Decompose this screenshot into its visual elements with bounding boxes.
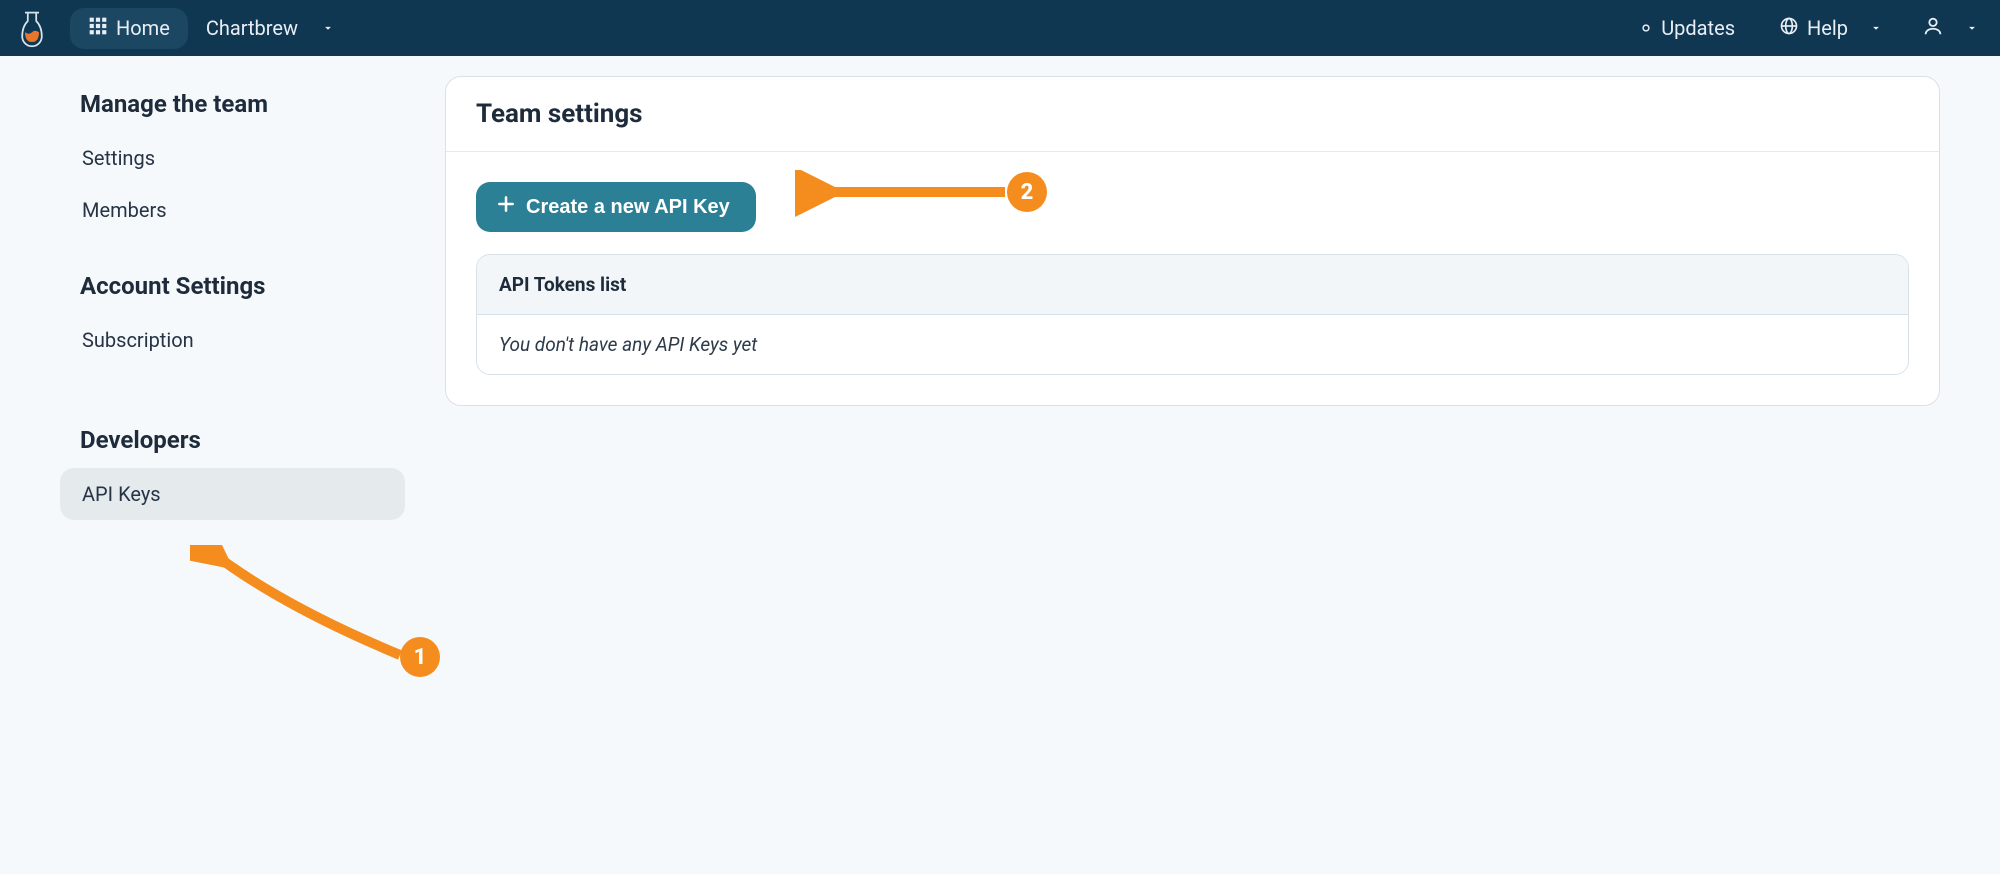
plus-icon — [496, 194, 516, 220]
api-tokens-empty-text: You don't have any API Keys yet — [477, 315, 1908, 374]
nav-left: Home Chartbrew — [18, 6, 338, 50]
nav-home[interactable]: Home — [70, 8, 188, 49]
nav-help-label: Help — [1807, 16, 1848, 40]
nav-user[interactable] — [1912, 7, 1954, 50]
nav-help-chevron[interactable] — [1866, 18, 1886, 38]
dot-icon — [1639, 16, 1653, 40]
nav-brand[interactable]: Chartbrew — [188, 8, 316, 48]
panel-title: Team settings — [476, 99, 1909, 129]
sidebar-item-members[interactable]: Members — [60, 184, 405, 236]
app-logo[interactable] — [18, 6, 46, 50]
settings-panel: Team settings Create a new API Key API T… — [445, 76, 1940, 406]
nav-updates[interactable]: Updates — [1621, 8, 1753, 48]
globe-icon — [1779, 16, 1799, 41]
sidebar-item-settings[interactable]: Settings — [60, 132, 405, 184]
grid-icon — [88, 16, 108, 41]
annotation-badge-1: 1 — [400, 637, 440, 677]
nav-right: Updates Help — [1621, 7, 1982, 50]
sidebar-section-developers: Developers — [60, 426, 405, 454]
sidebar-section-account: Account Settings — [60, 272, 405, 300]
nav-user-chevron[interactable] — [1962, 18, 1982, 38]
panel-header: Team settings — [446, 77, 1939, 152]
create-api-key-button[interactable]: Create a new API Key — [476, 182, 756, 232]
main-layout: Manage the team Settings Members Account… — [0, 56, 2000, 520]
nav-help[interactable]: Help — [1761, 8, 1858, 49]
api-tokens-list-header: API Tokens list — [477, 255, 1908, 315]
top-navbar: Home Chartbrew Updates Help — [0, 0, 2000, 56]
nav-brand-label: Chartbrew — [206, 16, 298, 40]
nav-home-label: Home — [116, 16, 170, 40]
sidebar: Manage the team Settings Members Account… — [60, 76, 405, 520]
panel-body: Create a new API Key API Tokens list You… — [446, 152, 1939, 405]
sidebar-section-team: Manage the team — [60, 90, 405, 118]
sidebar-item-subscription[interactable]: Subscription — [60, 314, 405, 366]
content-area: Team settings Create a new API Key API T… — [445, 76, 1970, 520]
sidebar-item-api-keys[interactable]: API Keys — [60, 468, 405, 520]
nav-brand-chevron[interactable] — [318, 18, 338, 38]
user-icon — [1922, 15, 1944, 42]
nav-updates-label: Updates — [1661, 16, 1735, 40]
api-tokens-list: API Tokens list You don't have any API K… — [476, 254, 1909, 375]
create-api-key-label: Create a new API Key — [526, 196, 730, 219]
